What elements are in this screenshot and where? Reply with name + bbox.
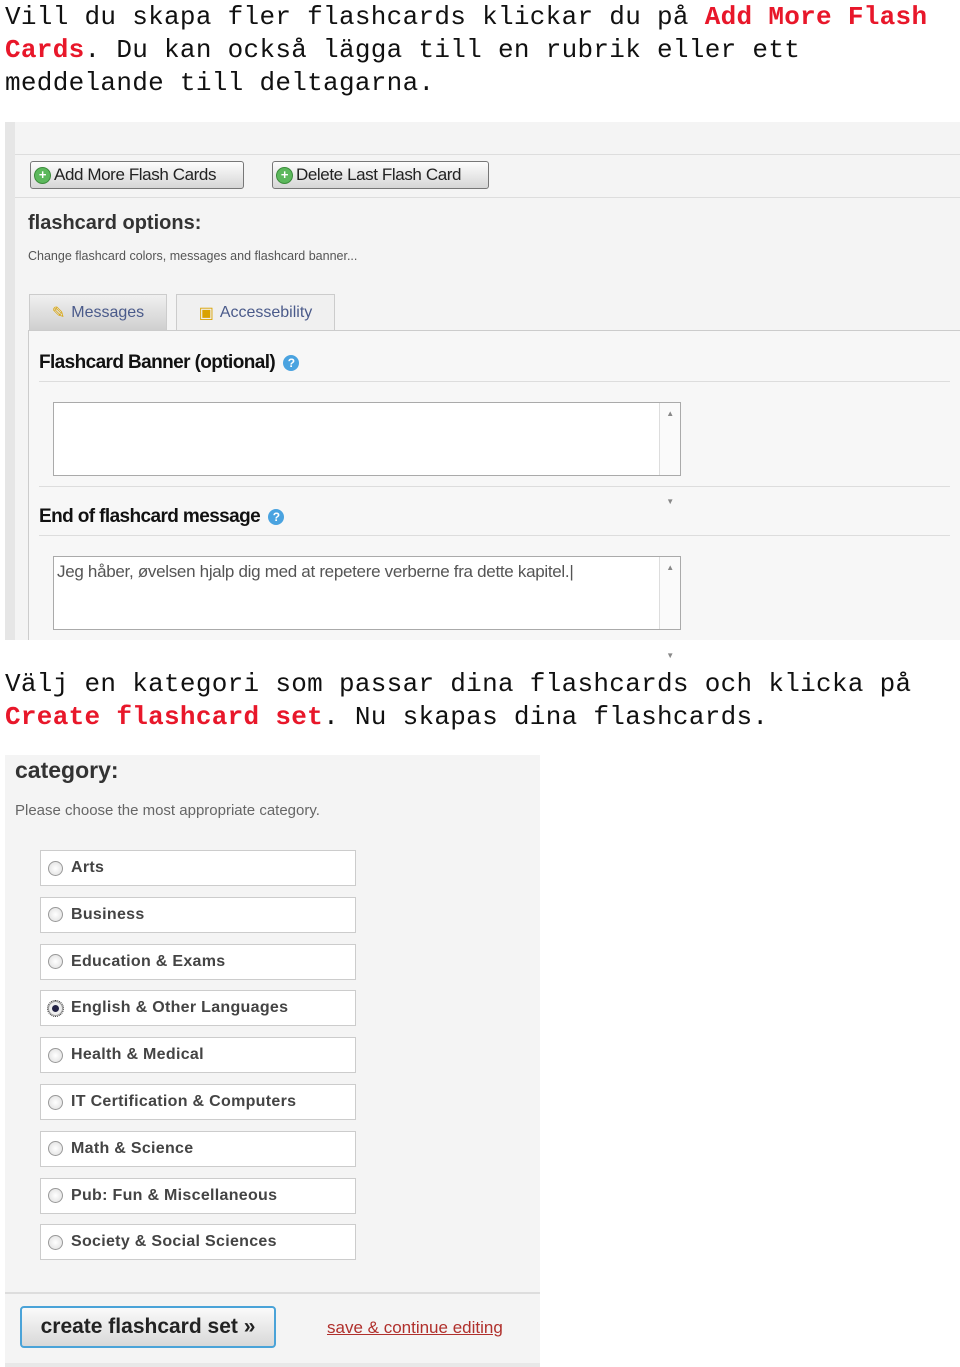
tab-accessibility[interactable]: ▣ Accessebility: [176, 294, 335, 330]
accessibility-icon: ▣: [198, 304, 214, 322]
tab-label: Messages: [71, 303, 145, 321]
end-message-label: End of flashcard message?: [39, 506, 285, 528]
scrollbar[interactable]: ▲ ▼: [659, 557, 680, 660]
create-flashcard-set-button[interactable]: create flashcard set »: [20, 1306, 276, 1348]
category-option[interactable]: Health & Medical: [40, 1037, 356, 1074]
delete-last-flash-card-button[interactable]: + Delete Last Flash Card: [272, 161, 489, 189]
category-option[interactable]: Arts: [40, 850, 356, 886]
category-label: Society & Social Sciences: [71, 1233, 277, 1251]
category-label: Math & Science: [71, 1139, 194, 1157]
button-label: Delete Last Flash Card: [296, 165, 462, 184]
tab-messages[interactable]: ✎ Messages: [29, 294, 167, 330]
intro-paragraph: Vill du skapa fler flashcards klickar du…: [5, 1, 960, 100]
button-label: Add More Flash Cards: [54, 165, 217, 184]
category-label: IT Certification & Computers: [71, 1093, 297, 1110]
radio-button[interactable]: [48, 954, 63, 970]
help-icon[interactable]: ?: [268, 508, 285, 525]
banner-textarea[interactable]: ▲ ▼: [53, 402, 681, 506]
options-title: flashcard options:: [28, 212, 202, 234]
category-label: Arts: [71, 859, 105, 876]
category-option[interactable]: Society & Social Sciences: [40, 1224, 356, 1261]
end-message-textarea[interactable]: Jeg håber, øvelsen hjalp dig med at repe…: [53, 556, 681, 660]
category-screenshot: category: Please choose the most appropr…: [5, 755, 540, 1367]
category-option[interactable]: Pub: Fun & Miscellaneous: [40, 1177, 356, 1214]
category-option[interactable]: Math & Science: [40, 1130, 356, 1167]
scrollbar[interactable]: ▲ ▼: [659, 403, 680, 506]
category-option[interactable]: Business: [40, 896, 356, 933]
middle-text: Välj en kategori som passar dina flashca…: [5, 669, 928, 699]
messages-panel: Flashcard Banner (optional)? ▲ ▼ End of f…: [28, 330, 960, 660]
radio-button[interactable]: [48, 1094, 63, 1110]
plus-icon: +: [34, 166, 51, 184]
category-label: Education & Exams: [71, 952, 226, 970]
category-description: Please choose the most appropriate categ…: [15, 802, 320, 819]
category-label: Business: [71, 905, 145, 923]
tab-label: Accessebility: [219, 303, 313, 321]
radio-button[interactable]: [48, 1141, 63, 1157]
edit-icon: ✎: [51, 304, 66, 322]
intro-text-end: . Du kan också lägga till en rubrik elle…: [5, 35, 817, 98]
add-more-flash-cards-button[interactable]: + Add More Flash Cards: [30, 161, 244, 189]
category-label: Pub: Fun & Miscellaneous: [71, 1186, 278, 1204]
banner-label: Flashcard Banner (optional)?: [39, 352, 300, 374]
category-option[interactable]: English & Other Languages: [40, 990, 356, 1027]
save-continue-editing-link[interactable]: save & continue editing: [327, 1318, 503, 1338]
category-label: English & Other Languages: [71, 999, 289, 1017]
flashcard-editor-screenshot: + Add More Flash Cards + Delete Last Flash…: [5, 122, 960, 660]
radio-button[interactable]: [47, 999, 64, 1017]
category-option[interactable]: IT Certification & Computers: [40, 1084, 356, 1120]
radio-button[interactable]: [48, 1234, 63, 1250]
category-paragraph: Välj en kategori som passar dina flashca…: [5, 668, 960, 734]
intro-text: Vill du skapa fler flashcards klickar du…: [5, 2, 705, 32]
help-icon[interactable]: ?: [283, 354, 300, 371]
middle-highlight: Create flashcard set: [5, 702, 324, 732]
options-description: Change flashcard colors, messages and fl…: [28, 249, 358, 263]
radio-button[interactable]: [48, 860, 63, 876]
category-title: category:: [15, 757, 119, 783]
radio-button[interactable]: [48, 1188, 63, 1204]
middle-text-end: . Nu skapas dina flashcards.: [323, 702, 769, 732]
radio-button[interactable]: [48, 1047, 63, 1063]
plus-icon: +: [276, 166, 293, 184]
category-label: Health & Medical: [71, 1046, 204, 1064]
radio-button[interactable]: [48, 907, 63, 923]
category-option[interactable]: Education & Exams: [40, 943, 356, 980]
